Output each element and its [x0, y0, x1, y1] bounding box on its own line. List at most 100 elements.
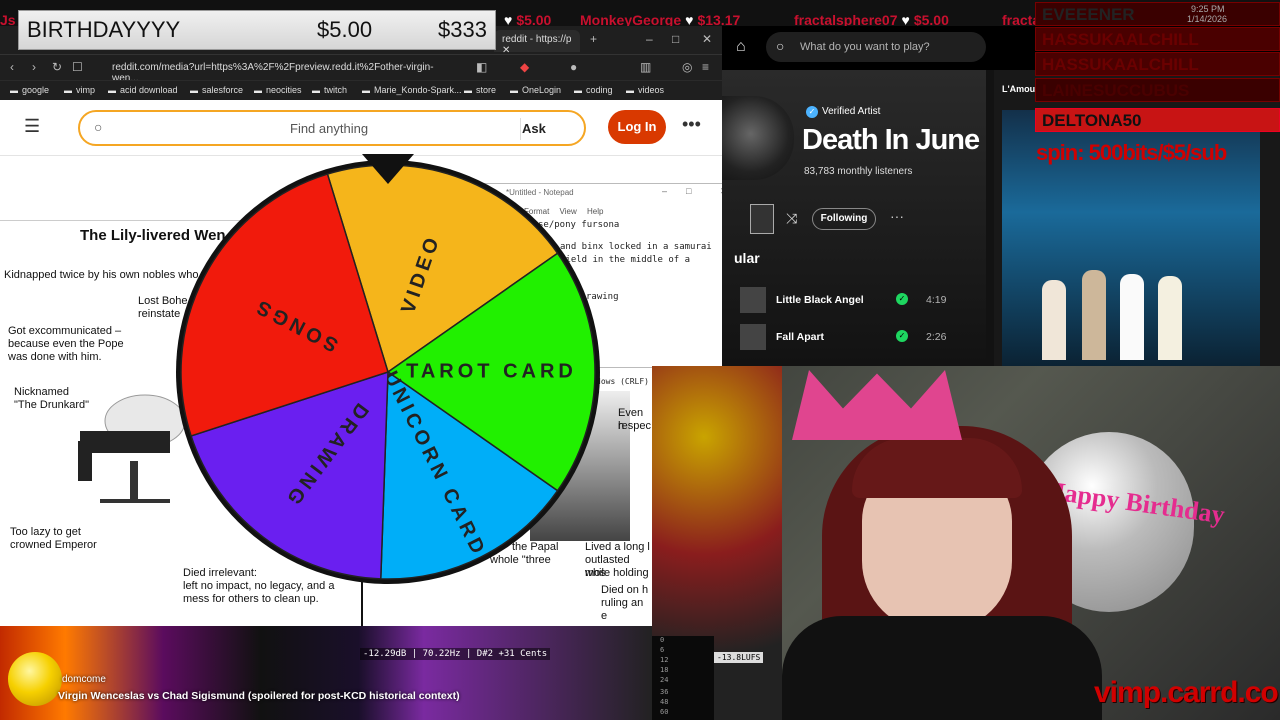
donation-total: $333	[438, 17, 487, 42]
chat-row: DELTONA50	[1035, 108, 1280, 132]
streamer-shirt	[782, 616, 1102, 720]
maximize-icon[interactable]: □	[686, 186, 691, 196]
lufs-readout: -13.8LUFS	[714, 652, 764, 663]
hamburger-icon[interactable]: ☰	[24, 116, 40, 137]
bookmark-item[interactable]: google	[10, 85, 49, 95]
chat-row: HASSUKAALCHILL	[1035, 27, 1280, 51]
comic-text: respec	[618, 420, 652, 432]
comic-text: Got excommunicated –	[8, 325, 122, 337]
artist-panel: ✓ Verified Artist Death In June 83,783 mo…	[722, 70, 986, 366]
bookmark-item[interactable]: OneLogin	[510, 85, 561, 95]
sidebar-icon[interactable]: ▥	[640, 60, 651, 74]
artist-thumbnail[interactable]	[750, 204, 774, 234]
comic-text: ruling an e	[601, 597, 644, 622]
more-icon[interactable]: ···	[890, 208, 904, 224]
url-field[interactable]: reddit.com/media?url=https%3A%2F%2Fprevi…	[90, 58, 470, 84]
verified-badge: ✓ Verified Artist	[806, 106, 880, 118]
wheel-segment-label: TAROT CARD	[406, 360, 577, 382]
shuffle-icon[interactable]: ⤨	[786, 210, 797, 227]
back-icon[interactable]: ‹	[10, 60, 14, 74]
chat-overlay: EVEEENER HASSUKAALCHILL HASSUKAALCHILL L…	[1035, 0, 1280, 136]
bookmark-item[interactable]: acid download	[108, 85, 178, 95]
track-art	[740, 287, 766, 313]
track-row[interactable]: Little Black Angel ✓ 4:19	[740, 287, 980, 313]
bookmark-item[interactable]: Marie_Kondo-Spark...	[362, 85, 462, 95]
heart-icon: ♥	[504, 12, 513, 26]
search-icon: ○	[94, 119, 103, 135]
tuner-readout: -12.29dB | 70.22Hz | D#2 +31 Cents	[360, 648, 551, 660]
forward-icon[interactable]: ›	[32, 60, 36, 74]
more-icon[interactable]: •••	[682, 114, 701, 135]
minimize-icon[interactable]: –	[662, 186, 667, 196]
browser-tab[interactable]: reddit - https://p ✕	[494, 30, 580, 56]
extension-icon[interactable]: ◧	[476, 60, 487, 74]
reload-icon[interactable]: ↻	[52, 60, 62, 74]
bookmark-item[interactable]: neocities	[254, 85, 302, 95]
track-row[interactable]: Fall Apart ✓ 2:26	[740, 324, 980, 350]
bookmarks-bar: google vimp acid download salesforce neo…	[0, 80, 722, 100]
bookmark-icon[interactable]: ☐	[72, 60, 83, 74]
channel-logo: vimp.carrd.co	[1094, 676, 1279, 709]
donation-banner: BIRTHDAYYYY $5.00 $333	[18, 10, 496, 50]
chat-row: LAINESUCCUBUS	[1035, 78, 1280, 102]
search-input[interactable]: ○ What do you want to play?	[766, 32, 986, 62]
person-figure	[1082, 270, 1106, 360]
audio-visualizer: domcome Virgin Wenceslas vs Chad Sigismu…	[0, 626, 652, 720]
chat-row: EVEEENER	[1035, 2, 1280, 26]
webcam-feed: Happy Birthday vimp.carrd.co	[652, 366, 1280, 720]
search-input[interactable]: ○ Find anything Ask	[78, 110, 586, 146]
artist-name: Death In June	[802, 124, 980, 156]
monthly-listeners: 83,783 monthly listeners	[804, 166, 913, 177]
new-tab-icon[interactable]: +	[590, 32, 597, 46]
person-figure	[1042, 280, 1066, 360]
clock-time: 9:25 PM	[1191, 4, 1225, 14]
bookmark-item[interactable]: videos	[626, 85, 664, 95]
chat-row: HASSUKAALCHILL	[1035, 52, 1280, 76]
bookmark-item[interactable]: twitch	[312, 85, 347, 95]
spin-info: spin: 500bits/$5/sub	[1036, 140, 1227, 165]
divider	[520, 118, 521, 140]
check-icon: ✓	[806, 106, 818, 118]
popular-heading: ular	[734, 250, 760, 266]
birthday-crown	[792, 370, 962, 440]
login-button[interactable]: Log In	[608, 110, 666, 144]
following-button[interactable]: Following	[812, 208, 876, 230]
reddit-header: ☰ ○ Find anything Ask Log In •••	[0, 100, 722, 156]
address-bar: ‹ › ↻ ☐ reddit.com/media?url=https%3A%2F…	[0, 54, 722, 84]
bookmark-item[interactable]: coding	[574, 85, 613, 95]
loudness-meter: 0 6 12 18 24 36 48 60	[652, 636, 714, 720]
home-icon[interactable]: ⌂	[736, 38, 746, 56]
donation-amount: $5.00	[317, 17, 373, 42]
bookmark-item[interactable]: vimp	[64, 85, 95, 95]
ticker-item: fractalsphere07 ♥ $5.00	[794, 12, 949, 26]
clock-date: 1/14/2026	[1187, 14, 1228, 24]
wheel-svg: VIDEOTAROT CARDUNICORN CARDDRAWINGSONGS	[176, 154, 600, 584]
comic-text: was done with him.	[8, 351, 102, 363]
close-window-icon[interactable]: ✕	[702, 32, 712, 46]
bookmark-item[interactable]: salesforce	[190, 85, 243, 95]
streamer-bangs	[852, 438, 1022, 498]
vpn-icon[interactable]: ◎	[682, 60, 692, 74]
artist-image	[722, 96, 794, 180]
track-art	[740, 324, 766, 350]
channel-tag: domcome	[62, 674, 106, 685]
comic-text: mess for others to clean up.	[183, 593, 319, 605]
comic-text: crowned Emperor	[10, 539, 97, 551]
song-orb	[8, 652, 62, 706]
bookmark-item[interactable]: store	[464, 85, 496, 95]
minimize-icon[interactable]: –	[646, 32, 653, 46]
ticker-item: ♥ $5.00	[504, 12, 552, 26]
donor-name: BIRTHDAYYYY	[27, 17, 181, 42]
now-playing-text: Virgin Wenceslas vs Chad Sigismund (spoi…	[58, 690, 460, 702]
comic-text: because even the Pope	[8, 338, 124, 350]
search-icon: ○	[776, 38, 785, 54]
spectrogram	[0, 626, 652, 720]
maximize-icon[interactable]: □	[672, 32, 679, 46]
ask-button[interactable]: Ask	[522, 121, 546, 136]
heart-icon: ♥	[901, 12, 910, 26]
menu-icon[interactable]: ≡	[702, 60, 709, 74]
extension-icon[interactable]: ●	[570, 60, 577, 74]
stream-scene: { "ticker": [ {"name":"", "amount":"$5.0…	[0, 0, 1280, 720]
prize-wheel[interactable]: VIDEO TAROT CARD UNICORN CARD DRAWING SONGS	[170, 150, 610, 590]
brave-shield-icon[interactable]: ◆	[520, 60, 529, 74]
